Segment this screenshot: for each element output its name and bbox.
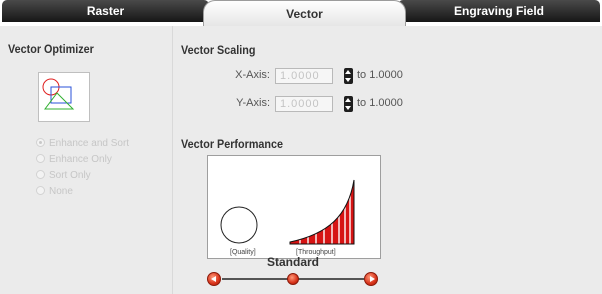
option-label: None <box>49 186 73 197</box>
y-axis-input[interactable] <box>275 96 333 112</box>
x-axis-stepper[interactable] <box>344 68 353 84</box>
vector-preview-icon <box>38 72 90 122</box>
tab-engraving-field[interactable]: Engraving Field <box>398 0 600 22</box>
vector-optimizer-title: Vector Optimizer <box>8 42 94 56</box>
x-axis-input[interactable] <box>275 68 333 84</box>
option-label: Enhance and Sort <box>49 138 130 149</box>
throughput-bars-icon <box>289 179 355 245</box>
performance-graphic: [Quality] [Throughput] <box>207 155 381 259</box>
option-sort-only[interactable]: Sort Only <box>36 169 91 183</box>
y-axis-max-text: to 1.0000 <box>357 97 403 109</box>
performance-level-label: Standard <box>266 255 319 269</box>
x-axis-max-text: to 1.0000 <box>357 69 403 81</box>
performance-slider-thumb[interactable] <box>287 273 299 285</box>
vector-settings-panel: Vector Scaling X-Axis: to 1.0000 Y-Axis:… <box>173 26 602 294</box>
arrow-right-icon[interactable] <box>364 272 378 286</box>
y-axis-label: Y-Axis: <box>236 97 270 109</box>
option-none[interactable]: None <box>36 185 73 199</box>
option-enhance-only[interactable]: Enhance Only <box>36 153 112 167</box>
vector-scaling-title: Vector Scaling <box>181 43 256 57</box>
radio-button[interactable] <box>36 154 45 163</box>
vector-performance-title: Vector Performance <box>181 137 284 151</box>
tab-bar: Raster Engraving Field Vector <box>0 0 602 26</box>
radio-button[interactable] <box>36 186 45 195</box>
tab-raster[interactable]: Raster <box>2 0 209 22</box>
tab-vector[interactable]: Vector <box>203 0 406 26</box>
radio-button[interactable] <box>36 138 45 147</box>
option-label: Enhance Only <box>49 154 112 165</box>
arrow-left-icon[interactable] <box>207 272 221 286</box>
y-axis-stepper[interactable] <box>344 96 353 112</box>
x-axis-label: X-Axis: <box>235 69 270 81</box>
option-label: Sort Only <box>49 170 91 181</box>
radio-button[interactable] <box>36 170 45 179</box>
option-enhance-and-sort[interactable]: Enhance and Sort <box>36 137 129 151</box>
quality-circle-icon <box>220 206 258 244</box>
vector-optimizer-panel: Vector Optimizer Enhance and Sort Enhanc… <box>0 26 173 294</box>
